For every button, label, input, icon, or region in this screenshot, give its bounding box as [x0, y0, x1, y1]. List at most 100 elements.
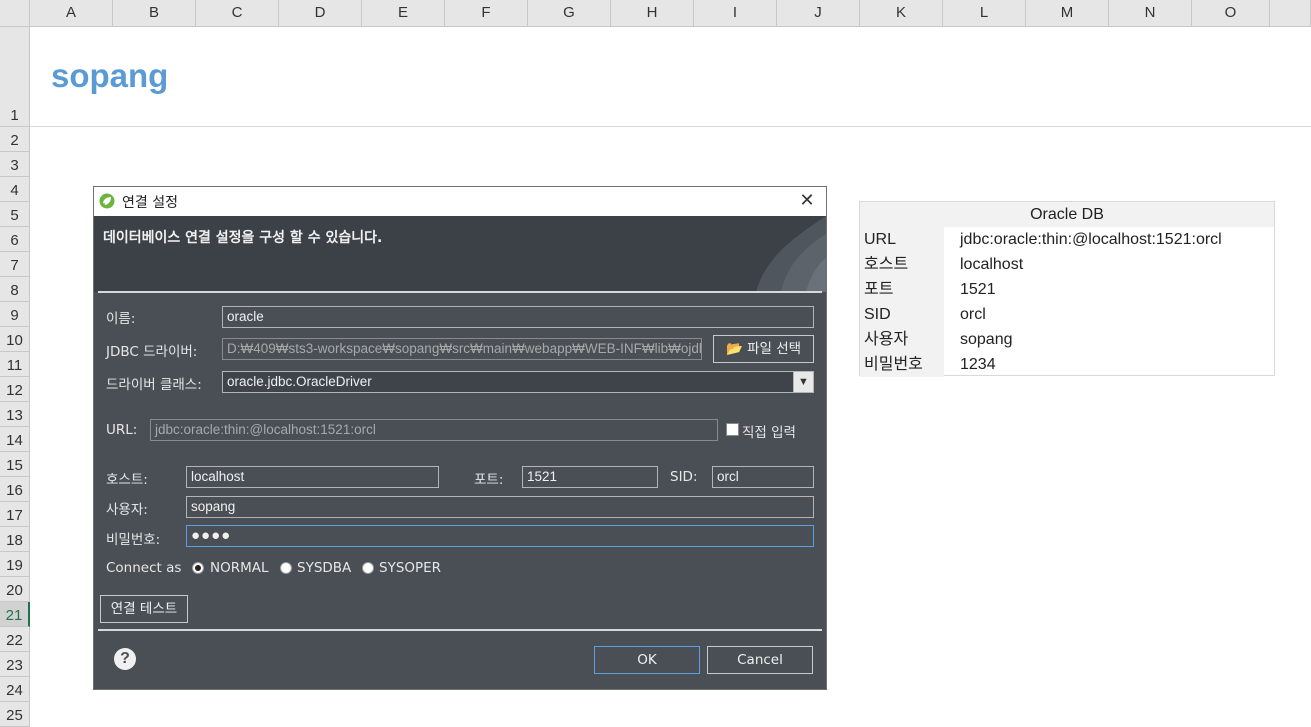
row-number: 20	[6, 582, 23, 599]
banner-text: 데이터베이스 연결 설정을 구성 할 수 있습니다.	[103, 230, 383, 246]
row-header[interactable]: 1	[0, 27, 30, 127]
oracle-db-header: Oracle DB	[860, 202, 1274, 227]
column-header[interactable]: F	[445, 0, 528, 27]
row-header[interactable]: 11	[0, 352, 30, 377]
radio-normal[interactable]	[192, 562, 204, 574]
row-header[interactable]: 6	[0, 227, 30, 252]
row-number: 9	[10, 307, 19, 324]
row-header[interactable]: 9	[0, 302, 30, 327]
password-input[interactable]: ●●●●	[186, 525, 814, 547]
port-input[interactable]: 1521	[522, 466, 658, 488]
column-header[interactable]: I	[694, 0, 777, 27]
column-header[interactable]: H	[611, 0, 694, 27]
row-header[interactable]: 16	[0, 477, 30, 502]
row-header[interactable]: 3	[0, 152, 30, 177]
row-number: 15	[6, 457, 23, 474]
row-header[interactable]: 24	[0, 677, 30, 702]
row-header[interactable]: 8	[0, 277, 30, 302]
host-input[interactable]: localhost	[186, 466, 439, 488]
folder-icon: 📂	[725, 341, 743, 357]
chevron-down-icon[interactable]: ▼	[793, 372, 813, 392]
column-header[interactable]: L	[943, 0, 1026, 27]
url-label: URL:	[106, 422, 138, 438]
row-number: 21	[5, 607, 23, 624]
column-header[interactable]: J	[777, 0, 860, 27]
column-header[interactable]: A	[30, 0, 113, 27]
url-input[interactable]: jdbc:oracle:thin:@localhost:1521:orcl	[150, 419, 718, 441]
row-header[interactable]: 15	[0, 452, 30, 477]
db-key: URL	[860, 227, 944, 252]
password-mask: ●●●●	[191, 527, 232, 544]
row-header[interactable]: 21	[0, 602, 30, 627]
column-header[interactable]: C	[196, 0, 279, 27]
column-header-filler	[1270, 0, 1311, 27]
ok-button[interactable]: OK	[594, 646, 700, 674]
column-header[interactable]: O	[1192, 0, 1270, 27]
driver-class-value: oracle.jdbc.OracleDriver	[227, 374, 372, 389]
row-number: 24	[6, 682, 23, 699]
radio-normal-label: NORMAL	[210, 560, 269, 576]
column-header[interactable]: D	[279, 0, 362, 27]
db-row-sid: SID orcl	[860, 302, 1274, 327]
file-select-button[interactable]: 📂 파일 선택	[713, 335, 814, 363]
row-number: 1	[10, 107, 19, 124]
row-number: 11	[6, 357, 23, 374]
dialog-titlebar[interactable]: 연결 설정 ✕	[94, 187, 826, 217]
row-number: 13	[6, 407, 23, 424]
radio-sysoper-label: SYSOPER	[379, 560, 442, 576]
radio-sysdba[interactable]	[280, 562, 292, 574]
radio-sysdba-label: SYSDBA	[297, 560, 352, 576]
row-header[interactable]: 20	[0, 577, 30, 602]
db-value: 1521	[960, 281, 996, 298]
row-header[interactable]: 10	[0, 327, 30, 352]
close-icon[interactable]: ✕	[796, 190, 818, 211]
row-number: 3	[10, 157, 19, 174]
jdbc-driver-input[interactable]: D:₩409₩sts3-workspace₩sopang₩src₩main₩we…	[222, 338, 702, 360]
row-number: 25	[6, 707, 23, 724]
connection-settings-dialog: 연결 설정 ✕ 데이터베이스 연결 설정을 구성 할 수 있습니다. 이름: o…	[93, 186, 827, 690]
row-header[interactable]: 2	[0, 127, 30, 152]
driver-class-select[interactable]: oracle.jdbc.OracleDriver ▼	[222, 371, 814, 393]
row-header[interactable]: 25	[0, 702, 30, 727]
column-header[interactable]: G	[528, 0, 611, 27]
user-input[interactable]: sopang	[186, 496, 814, 518]
direct-input-checkbox[interactable]	[726, 423, 739, 436]
spring-leaf-icon	[99, 193, 115, 209]
password-label: 비밀번호:	[106, 532, 161, 548]
sheet-title: sopang	[51, 57, 169, 94]
cancel-button[interactable]: Cancel	[707, 646, 813, 674]
row-header[interactable]: 5	[0, 202, 30, 227]
row-number: 8	[10, 282, 19, 299]
column-header[interactable]: N	[1109, 0, 1192, 27]
connection-test-button[interactable]: 연결 테스트	[100, 595, 188, 623]
row-header[interactable]: 22	[0, 627, 30, 652]
oracle-db-table: Oracle DB URL jdbc:oracle:thin:@localhos…	[859, 201, 1275, 377]
db-row-url: URL jdbc:oracle:thin:@localhost:1521:orc…	[860, 227, 1274, 252]
row-header[interactable]: 13	[0, 402, 30, 427]
row-number: 4	[10, 182, 19, 199]
column-header[interactable]: K	[860, 0, 943, 27]
column-header[interactable]: B	[113, 0, 196, 27]
row-number: 2	[10, 132, 19, 149]
row-header[interactable]: 7	[0, 252, 30, 277]
row-header[interactable]: 23	[0, 652, 30, 677]
user-label: 사용자:	[106, 502, 148, 518]
select-all-corner[interactable]	[0, 0, 30, 27]
row-number: 18	[6, 532, 23, 549]
jdbc-driver-label: JDBC 드라이버:	[106, 344, 198, 360]
help-icon[interactable]: ?	[114, 648, 136, 670]
sid-input[interactable]: orcl	[712, 466, 814, 488]
column-header[interactable]: M	[1026, 0, 1109, 27]
row-header[interactable]: 14	[0, 427, 30, 452]
row-header[interactable]: 4	[0, 177, 30, 202]
db-value: sopang	[960, 331, 1013, 348]
radio-sysoper[interactable]	[362, 562, 374, 574]
row-header[interactable]: 18	[0, 527, 30, 552]
db-key: 호스트	[860, 252, 944, 277]
connect-as-label: Connect as	[106, 560, 182, 576]
row-header[interactable]: 17	[0, 502, 30, 527]
name-input[interactable]: oracle	[222, 306, 814, 328]
row-header[interactable]: 12	[0, 377, 30, 402]
column-header[interactable]: E	[362, 0, 445, 27]
row-header[interactable]: 19	[0, 552, 30, 577]
